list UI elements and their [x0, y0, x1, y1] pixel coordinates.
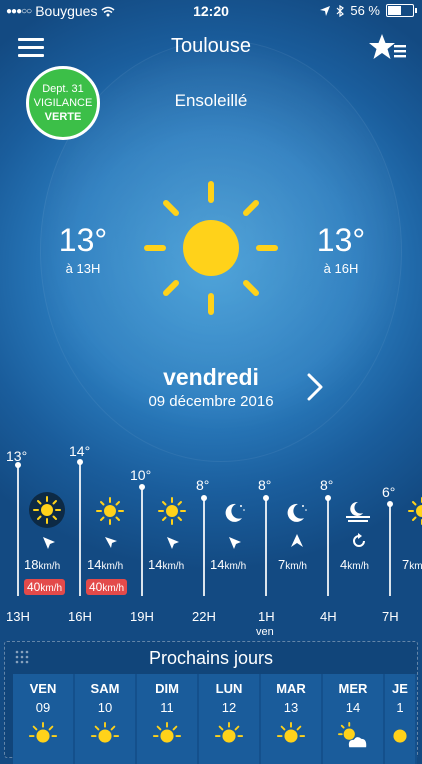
hourly-wind: 14km/h	[87, 557, 124, 572]
location-arrow-icon	[320, 5, 331, 16]
wind-direction-icon	[229, 537, 241, 549]
day-date: 09 décembre 2016	[148, 393, 274, 410]
sun-icon	[393, 729, 407, 743]
day-card-date: 10	[97, 700, 113, 715]
day-card[interactable]: LUN 12	[199, 674, 259, 764]
wind-direction-icon	[167, 537, 179, 549]
battery-percent: 56 %	[350, 3, 380, 18]
day-card-name: SAM	[90, 681, 120, 696]
day-card[interactable]: JE 1	[385, 674, 415, 764]
hourly-temp: 8°	[196, 477, 210, 493]
hourly-wind: 18km/h	[24, 557, 61, 572]
next-days-list[interactable]: VEN 09 SAM 10 DIM 11 LUN 12 MAR 13 MER 1…	[13, 674, 417, 764]
sun-icon	[144, 181, 278, 315]
day-card-date: 13	[283, 700, 299, 715]
day-card[interactable]: DIM 11	[137, 674, 197, 764]
right-temperature: 13° à 16H	[286, 222, 396, 276]
hourly-gust: 40km/h	[86, 579, 128, 595]
day-card-date: 14	[345, 700, 361, 715]
day-card-date: 1	[396, 700, 404, 715]
fog-moon-icon	[346, 501, 370, 522]
left-temp-time: à 13H	[65, 261, 101, 276]
sun-icon	[90, 721, 120, 743]
day-card-name: MAR	[276, 681, 306, 696]
hourly-temp: 14°	[69, 443, 91, 459]
bluetooth-icon	[336, 4, 345, 17]
day-card-name: MER	[338, 681, 368, 696]
sun-icon	[276, 721, 306, 743]
city-title: Toulouse	[170, 35, 252, 57]
wind-direction-icon	[291, 534, 303, 547]
left-temp-value: 13°	[58, 222, 108, 258]
next-days-panel[interactable]: Prochains jours VEN 09 SAM 10 DIM 11 LUN…	[4, 641, 418, 764]
hourly-gust: 40km/h	[24, 579, 66, 595]
wind-variable-icon	[353, 533, 365, 547]
hourly-wind: 7km/h	[402, 557, 422, 572]
sun-icon	[28, 721, 58, 743]
sun-icon	[152, 721, 182, 743]
battery-icon	[386, 4, 417, 17]
hourly-wind: 4km/h	[340, 557, 369, 572]
hourly-item[interactable]: 13° 18km/h 40km/h 13H	[0, 440, 66, 640]
day-card-name: JE	[392, 681, 408, 696]
day-card-name: LUN	[215, 681, 243, 696]
hourly-item[interactable]: 6° 7km/h 7H	[372, 440, 422, 640]
hourly-hour: 4H	[320, 609, 337, 624]
hourly-hour: 1H	[258, 609, 275, 624]
day-name: vendredi	[163, 364, 259, 390]
day-card[interactable]: MAR 13	[261, 674, 321, 764]
hourly-item[interactable]: 10° 14km/h 19H	[124, 440, 186, 640]
hourly-wind: 7km/h	[278, 557, 307, 572]
hourly-hour: 16H	[68, 609, 92, 624]
hourly-item[interactable]: 8° 4km/h 4H	[310, 440, 370, 640]
hourly-temp: 10°	[130, 467, 152, 483]
moon-icon	[225, 503, 245, 522]
hourly-hour: 7H	[382, 609, 399, 624]
hourly-hour: 22H	[192, 609, 216, 624]
hourly-item[interactable]: 8° 7km/h 1H ven	[248, 440, 308, 640]
left-temperature: 13° à 13H	[28, 222, 138, 276]
hourly-wind: 14km/h	[148, 557, 185, 572]
hourly-hour: 19H	[130, 609, 154, 624]
sun-icon	[158, 497, 186, 525]
day-card-name: VEN	[29, 681, 57, 696]
current-day: vendredi 09 décembre 2016	[0, 364, 422, 410]
hourly-forecast[interactable]: 13° 18km/h 40km/h 13H 14° 14km/h 40km/h …	[0, 440, 422, 640]
right-temp-time: à 16H	[323, 261, 359, 276]
hourly-item[interactable]: 8° 14km/h 22H	[186, 440, 246, 640]
next-day-chevron-icon[interactable]	[304, 372, 326, 402]
day-card[interactable]: MER 14	[323, 674, 383, 764]
day-card[interactable]: VEN 09	[13, 674, 73, 764]
hourly-temp: 8°	[320, 477, 334, 493]
right-temp-value: 13°	[316, 222, 366, 258]
hourly-day-label: ven	[256, 626, 274, 638]
sun-icon	[408, 497, 422, 525]
sun-icon	[33, 496, 61, 524]
wind-direction-icon	[43, 537, 55, 549]
wind-direction-icon	[105, 537, 117, 548]
day-card-date: 09	[35, 700, 51, 715]
status-bar: ●●●○○ Bouygues 12:20 56 %	[0, 0, 422, 22]
day-card[interactable]: SAM 10	[75, 674, 135, 764]
favorites-button[interactable]	[368, 32, 408, 62]
hourly-hour: 13H	[6, 609, 30, 624]
day-card-date: 11	[160, 700, 174, 715]
day-card-date: 12	[221, 700, 237, 715]
weather-condition: Ensoleillé	[174, 91, 248, 110]
moon-icon	[287, 503, 307, 522]
hourly-wind: 14km/h	[210, 557, 247, 572]
hourly-temp: 6°	[382, 484, 396, 500]
day-card-name: DIM	[155, 681, 179, 696]
hourly-temp: 8°	[258, 477, 272, 493]
sun-icon	[214, 721, 244, 743]
next-days-title: Prochains jours	[148, 648, 274, 668]
sun-icon	[96, 497, 124, 525]
hourly-item[interactable]: 14° 14km/h 40km/h 16H	[62, 440, 128, 640]
vigilance-level: VERTE	[44, 111, 82, 123]
sun-cloud-icon	[338, 721, 367, 748]
hourly-temp: 13°	[6, 448, 28, 464]
